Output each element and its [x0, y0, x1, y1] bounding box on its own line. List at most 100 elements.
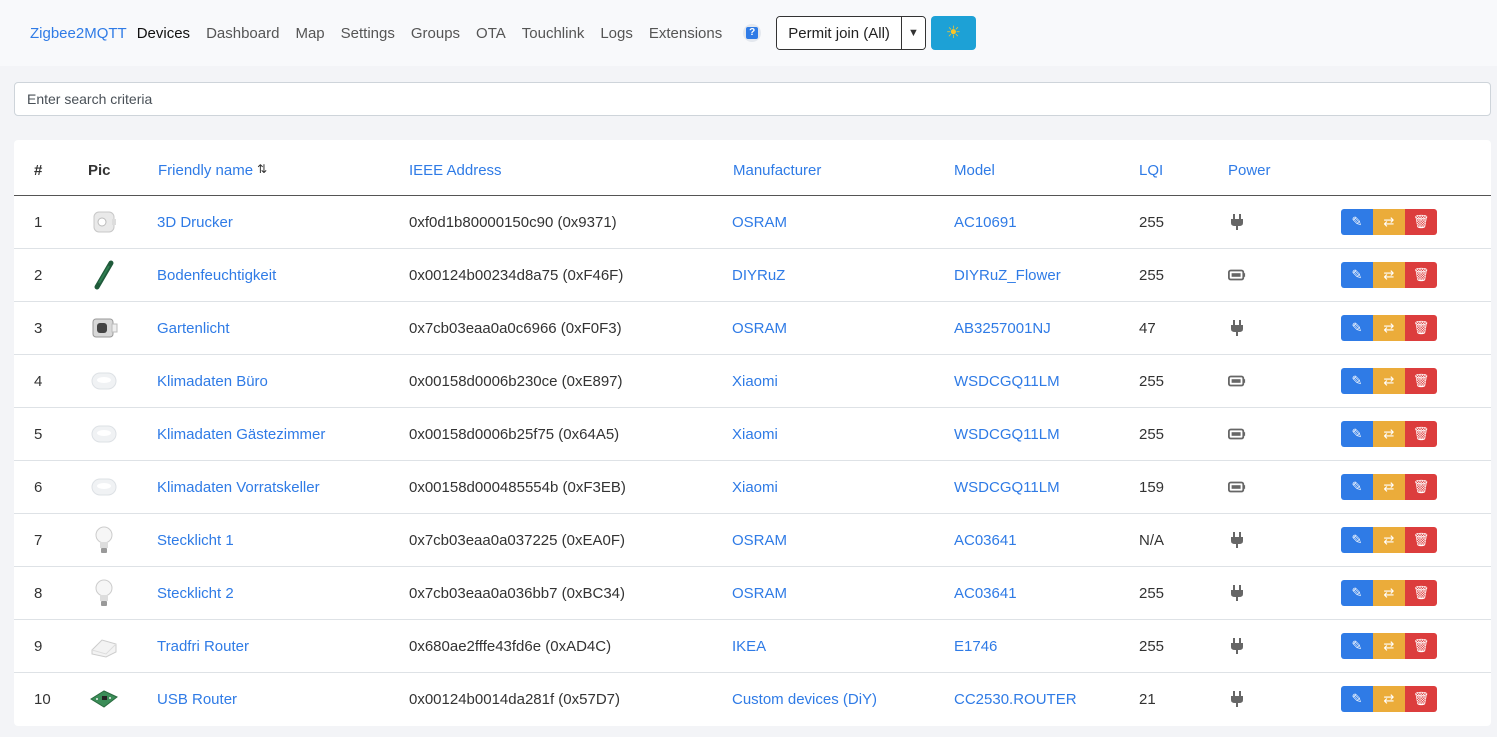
manufacturer-link[interactable]: OSRAM	[732, 532, 787, 549]
device-name-link[interactable]: Tradfri Router	[157, 638, 249, 655]
battery-icon	[1228, 425, 1246, 443]
header-model[interactable]: Model	[954, 162, 995, 179]
device-image[interactable]	[88, 259, 120, 291]
rename-button[interactable]: ⇄	[1373, 474, 1405, 500]
remove-button[interactable]: 🗑	[1405, 580, 1437, 606]
remove-button[interactable]: 🗑	[1405, 686, 1437, 712]
manufacturer-link[interactable]: OSRAM	[732, 214, 787, 231]
device-name-link[interactable]: Klimadaten Vorratskeller	[157, 479, 320, 496]
nav-groups[interactable]: Groups	[411, 25, 460, 42]
rename-button[interactable]: ⇄	[1373, 262, 1405, 288]
rename-button[interactable]: ⇄	[1373, 633, 1405, 659]
device-name-link[interactable]: USB Router	[157, 691, 237, 708]
device-name-link[interactable]: Klimadaten Gästezimmer	[157, 426, 325, 443]
manufacturer-link[interactable]: DIYRuZ	[732, 267, 785, 284]
device-image[interactable]	[88, 365, 120, 397]
rename-button[interactable]: ⇄	[1373, 686, 1405, 712]
remove-button[interactable]: 🗑	[1405, 527, 1437, 553]
chevron-down-icon[interactable]: ▼	[901, 17, 925, 49]
rename-button[interactable]: ⇄	[1373, 368, 1405, 394]
device-image[interactable]	[88, 577, 120, 609]
remove-button[interactable]: 🗑	[1405, 421, 1437, 447]
remove-button[interactable]: 🗑	[1405, 315, 1437, 341]
nav-logs[interactable]: Logs	[600, 25, 633, 42]
row-actions: ✎ ⇄ 🗑	[1341, 262, 1437, 288]
rename-button[interactable]: ⇄	[1373, 527, 1405, 553]
nav-touchlink[interactable]: Touchlink	[522, 25, 585, 42]
nav-settings[interactable]: Settings	[341, 25, 395, 42]
permit-join-button[interactable]: Permit join (All)	[777, 17, 902, 49]
edit-button[interactable]: ✎	[1341, 686, 1373, 712]
device-name-link[interactable]: Gartenlicht	[157, 320, 230, 337]
edit-icon: ✎	[1351, 691, 1363, 706]
remove-button[interactable]: 🗑	[1405, 262, 1437, 288]
header-power[interactable]: Power	[1228, 162, 1271, 179]
nav-extensions[interactable]: Extensions	[649, 25, 722, 42]
remove-button[interactable]: 🗑	[1405, 474, 1437, 500]
device-name-link[interactable]: Stecklicht 2	[157, 585, 234, 602]
header-ieee[interactable]: IEEE Address	[409, 162, 502, 179]
header-lqi[interactable]: LQI	[1139, 162, 1163, 179]
device-image[interactable]	[88, 418, 120, 450]
model-link[interactable]: CC2530.ROUTER	[954, 691, 1077, 708]
help-icon[interactable]: ?	[743, 24, 762, 42]
model-link[interactable]: DIYRuZ_Flower	[954, 267, 1061, 284]
model-link[interactable]: WSDCGQ11LM	[954, 373, 1060, 390]
nav-dashboard[interactable]: Dashboard	[206, 25, 279, 42]
manufacturer-link[interactable]: OSRAM	[732, 320, 787, 337]
manufacturer-link[interactable]: IKEA	[732, 638, 766, 655]
trash-icon: 🗑	[1412, 638, 1430, 653]
header-friendly-name[interactable]: Friendly name ⇅	[158, 162, 267, 179]
model-link[interactable]: AC03641	[954, 585, 1017, 602]
model-link[interactable]: WSDCGQ11LM	[954, 479, 1060, 496]
remove-button[interactable]: 🗑	[1405, 633, 1437, 659]
model-link[interactable]: E1746	[954, 638, 997, 655]
model-link[interactable]: AB3257001NJ	[954, 320, 1051, 337]
device-name-link[interactable]: Bodenfeuchtigkeit	[157, 267, 276, 284]
nav-ota[interactable]: OTA	[476, 25, 506, 42]
device-name-link[interactable]: Stecklicht 1	[157, 532, 234, 549]
device-image[interactable]	[88, 683, 120, 715]
edit-button[interactable]: ✎	[1341, 368, 1373, 394]
nav-map[interactable]: Map	[295, 25, 324, 42]
sun-icon[interactable]: ☀	[930, 16, 976, 50]
device-image[interactable]	[88, 206, 120, 238]
brand-link[interactable]: Zigbee2MQTT	[30, 25, 127, 42]
remove-button[interactable]: 🗑	[1405, 209, 1437, 235]
edit-button[interactable]: ✎	[1341, 262, 1373, 288]
rename-button[interactable]: ⇄	[1373, 580, 1405, 606]
edit-button[interactable]: ✎	[1341, 315, 1373, 341]
rename-icon: ⇄	[1383, 638, 1395, 653]
edit-button[interactable]: ✎	[1341, 633, 1373, 659]
nav-devices[interactable]: Devices	[137, 25, 190, 42]
edit-button[interactable]: ✎	[1341, 421, 1373, 447]
lqi-value: 255	[1139, 373, 1165, 390]
device-image[interactable]	[88, 471, 120, 503]
model-link[interactable]: WSDCGQ11LM	[954, 426, 1060, 443]
model-link[interactable]: AC10691	[954, 214, 1017, 231]
device-name-link[interactable]: 3D Drucker	[157, 214, 233, 231]
device-image[interactable]	[88, 312, 120, 344]
manufacturer-link[interactable]: Xiaomi	[732, 373, 778, 390]
model-link[interactable]: AC03641	[954, 532, 1017, 549]
rename-button[interactable]: ⇄	[1373, 421, 1405, 447]
edit-button[interactable]: ✎	[1341, 209, 1373, 235]
rename-button[interactable]: ⇄	[1373, 209, 1405, 235]
manufacturer-link[interactable]: OSRAM	[732, 585, 787, 602]
row-num: 4	[34, 373, 43, 390]
search-input[interactable]	[14, 82, 1491, 116]
manufacturer-link[interactable]: Xiaomi	[732, 426, 778, 443]
row-actions: ✎ ⇄ 🗑	[1341, 474, 1437, 500]
device-image[interactable]	[88, 524, 120, 556]
edit-button[interactable]: ✎	[1341, 527, 1373, 553]
remove-button[interactable]: 🗑	[1405, 368, 1437, 394]
manufacturer-link[interactable]: Xiaomi	[732, 479, 778, 496]
device-image[interactable]	[88, 630, 120, 662]
row-actions: ✎ ⇄ 🗑	[1341, 580, 1437, 606]
edit-button[interactable]: ✎	[1341, 580, 1373, 606]
rename-button[interactable]: ⇄	[1373, 315, 1405, 341]
manufacturer-link[interactable]: Custom devices (DiY)	[732, 691, 877, 708]
device-name-link[interactable]: Klimadaten Büro	[157, 373, 268, 390]
header-manufacturer[interactable]: Manufacturer	[733, 162, 821, 179]
edit-button[interactable]: ✎	[1341, 474, 1373, 500]
